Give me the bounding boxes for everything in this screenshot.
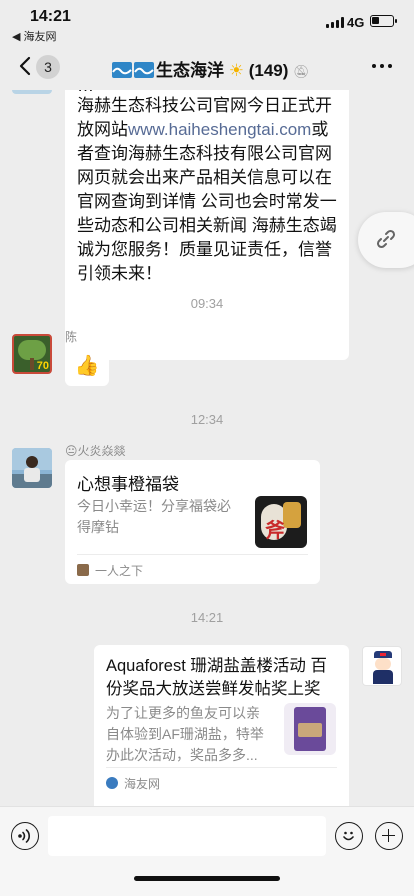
voice-icon[interactable]	[11, 822, 39, 850]
floating-link-button[interactable]	[358, 212, 414, 268]
website-link[interactable]: www.haiheshengtai.com	[128, 120, 311, 139]
avatar-badge: 70	[36, 360, 49, 372]
plus-icon[interactable]	[375, 822, 403, 850]
sun-icon: ☀	[228, 61, 244, 80]
card-source: 一人之下	[95, 564, 144, 578]
thumbs-up-icon: 👍	[74, 355, 100, 377]
member-count: (149)	[248, 61, 289, 80]
chat-header: 3 生态海洋 ☀ (149) 🔕︎	[0, 44, 414, 90]
sender-name: 😐火炎焱燚	[65, 444, 126, 458]
text-message-bubble[interactable]: … 海赫生态科技公司官网今日正式开放网站www.haiheshengtai.co…	[65, 90, 349, 360]
more-icon[interactable]	[372, 64, 392, 70]
source-icon	[77, 564, 89, 576]
battery-icon	[370, 15, 397, 27]
divider	[77, 554, 308, 555]
mute-icon: 🔕︎	[293, 64, 310, 79]
clipped-text: …	[77, 90, 94, 98]
avatar[interactable]	[12, 448, 52, 488]
card-description: 为了让更多的鱼友可以亲自体验到AF珊湖盐，特举办此次活动，奖品多多...	[106, 705, 264, 763]
message-input[interactable]	[48, 816, 326, 856]
unread-count-badge[interactable]: 3	[36, 55, 60, 79]
status-bar: 14:21 ◀ 海友网 4G	[0, 0, 414, 44]
card-thumbnail: 斧	[255, 496, 307, 548]
signal-icon	[326, 17, 344, 28]
group-title[interactable]: 生态海洋 ☀ (149) 🔕︎	[112, 56, 332, 81]
source-icon	[106, 777, 118, 789]
timestamp: 12:34	[190, 412, 224, 427]
back-chevron-icon[interactable]	[18, 56, 32, 76]
divider	[106, 767, 337, 768]
card-title: 心想事橙福袋	[77, 475, 179, 494]
home-indicator	[134, 876, 280, 881]
link-icon	[376, 229, 396, 249]
timestamp: 09:34	[190, 296, 224, 311]
avatar[interactable]	[362, 646, 402, 686]
message-text: 或者查询海赫生态科技有限公司官网 网页就会出来产品相关信息可以在官网查询到详情 …	[77, 120, 337, 283]
group-name: 生态海洋	[156, 61, 224, 80]
share-card[interactable]: Aquaforest 珊湖盐盖楼活动 百份奖品大放送尝鲜发帖奖上奖 为了让更多的…	[94, 645, 349, 806]
card-source: 海友网	[124, 777, 161, 791]
avatar[interactable]: 70	[12, 334, 52, 374]
wave-icon	[134, 62, 154, 78]
share-card[interactable]: 心想事橙福袋 今日小幸运！分享福袋必得摩钻 斧 一人之下	[65, 460, 320, 584]
emoji-icon[interactable]	[335, 822, 363, 850]
avatar[interactable]	[12, 90, 52, 94]
card-description: 今日小幸运！分享福袋必得摩钻	[77, 498, 231, 535]
message-list[interactable]: … 海赫生态科技公司官网今日正式开放网站www.haiheshengtai.co…	[0, 90, 414, 806]
wave-icon	[112, 62, 132, 78]
status-time: 14:21	[30, 8, 71, 25]
card-title: Aquaforest 珊湖盐盖楼活动 百份奖品大放送尝鲜发帖奖上奖	[106, 657, 327, 698]
back-to-app-link[interactable]: ◀ 海友网	[12, 28, 57, 44]
card-thumbnail	[284, 703, 336, 755]
input-bar	[0, 806, 414, 896]
timestamp: 14:21	[190, 610, 224, 625]
emoji-message-bubble[interactable]: 👍	[65, 346, 109, 386]
sender-name: 陈	[65, 330, 78, 344]
network-type: 4G	[347, 15, 365, 30]
